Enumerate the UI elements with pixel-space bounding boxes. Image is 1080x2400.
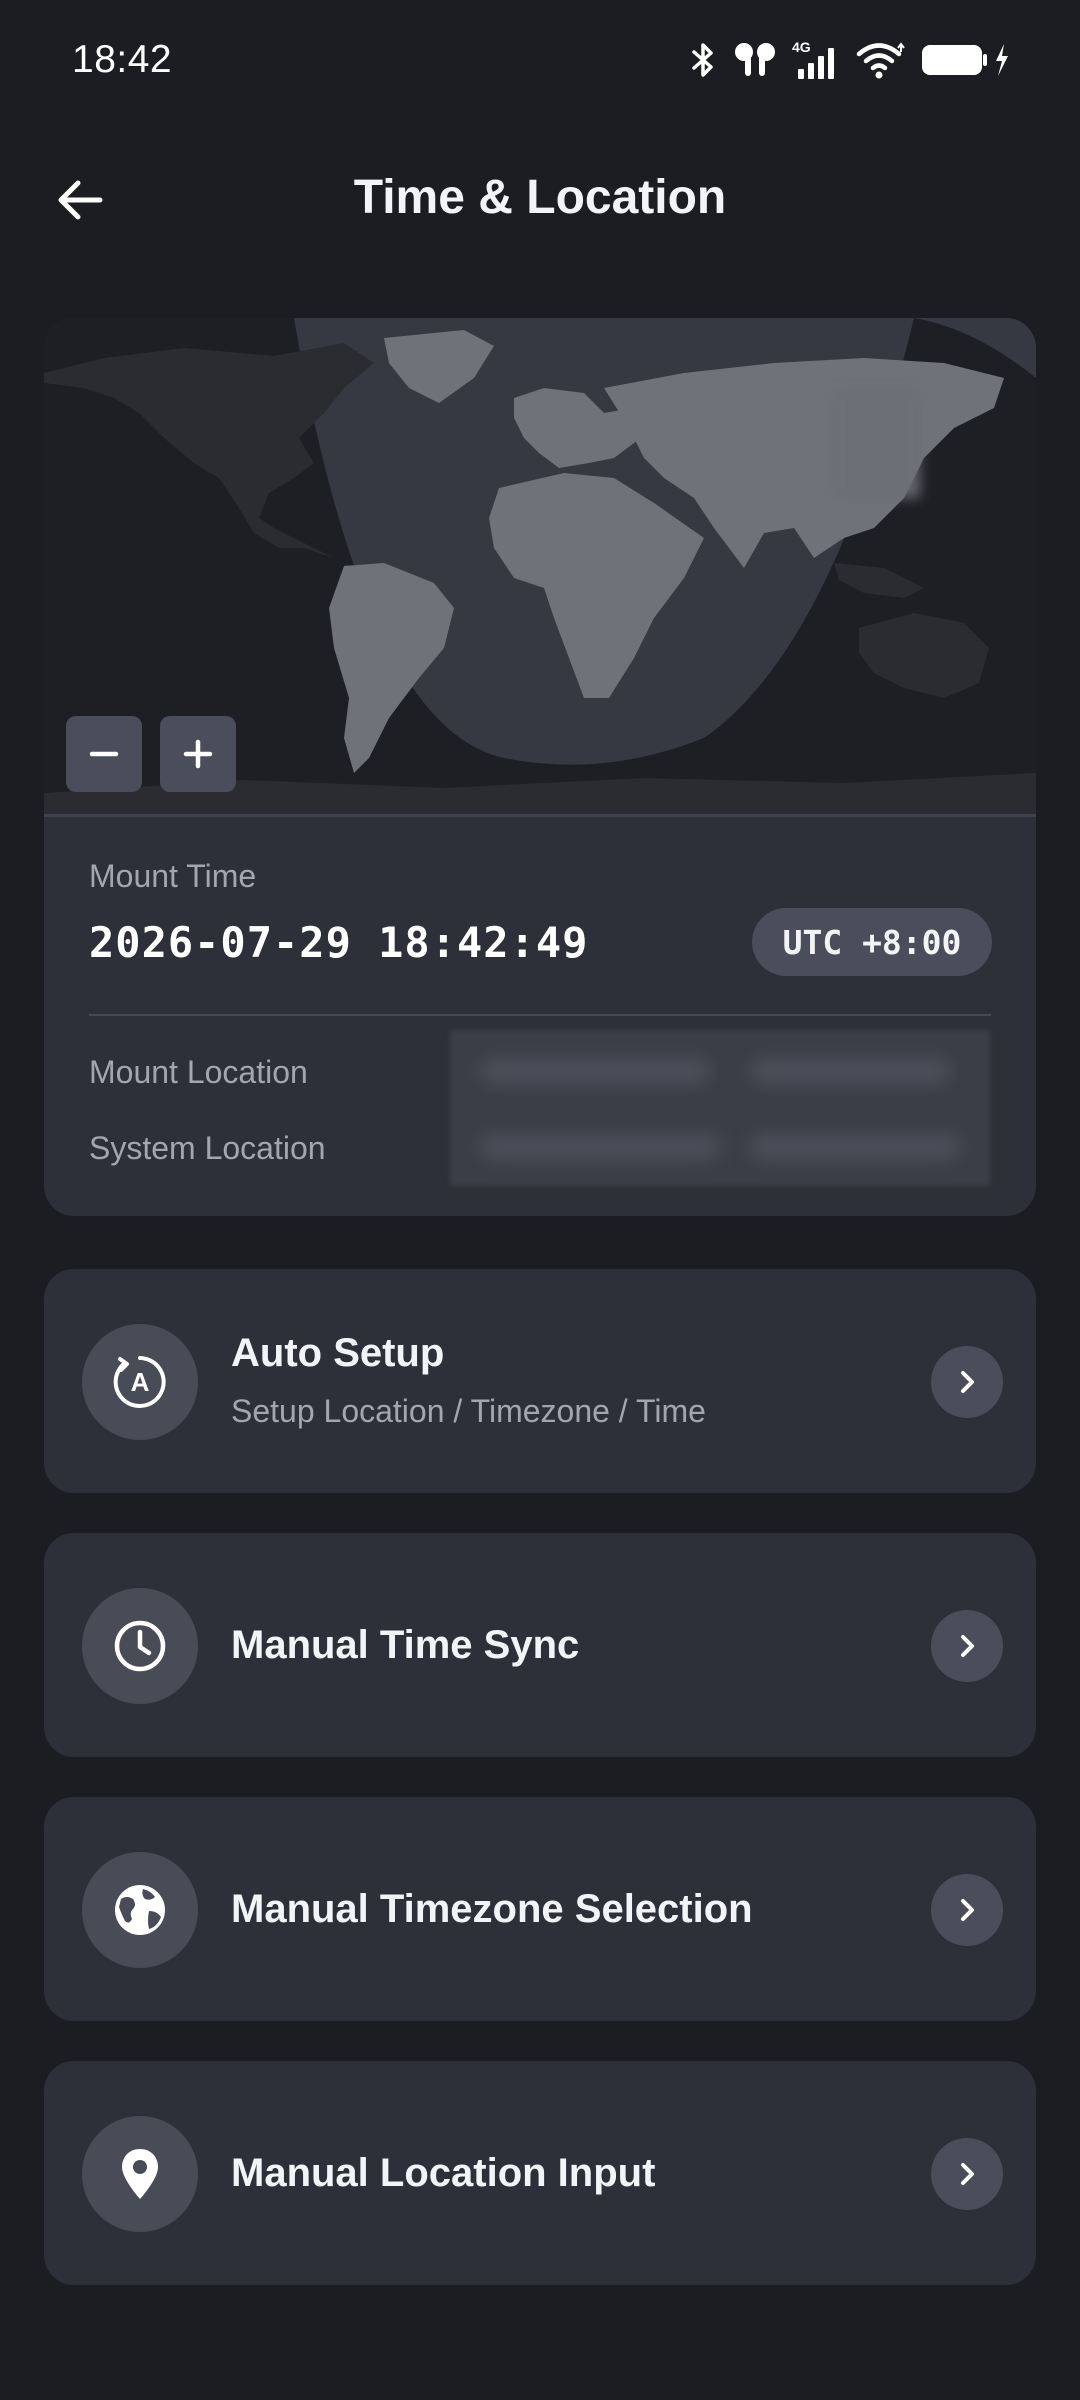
manual-location-title: Manual Location Input <box>231 2151 656 2195</box>
manual-timezone-chevron[interactable] <box>931 1874 1003 1946</box>
auto-setup-icon: A <box>113 1356 166 1408</box>
location-marker-redacted <box>834 390 920 498</box>
zoom-in-button[interactable] <box>160 716 236 792</box>
header: Time & Location <box>0 150 1080 250</box>
mount-time-label: Mount Time <box>89 858 257 894</box>
page-title: Time & Location <box>353 171 727 224</box>
manual-time-sync-card[interactable]: Manual Time Sync <box>44 1533 1036 1757</box>
timezone-icon-circle <box>82 1852 198 1968</box>
auto-setup-subtitle: Setup Location / Timezone / Time <box>231 1393 706 1429</box>
world-map[interactable] <box>44 318 1036 816</box>
location-pin-icon <box>122 2149 158 2199</box>
location-icon-circle <box>82 2116 198 2232</box>
system-location-label: System Location <box>89 1130 326 1166</box>
svg-text:A: A <box>131 1367 150 1397</box>
landmass-southeast-asia <box>834 563 924 598</box>
chevron-right-icon <box>961 1635 974 1657</box>
cellular-4g-icon: 4G <box>792 39 834 79</box>
plus-icon <box>183 739 213 769</box>
bluetooth-icon <box>692 43 713 77</box>
earbuds-icon <box>735 43 775 76</box>
manual-time-sync-title: Manual Time Sync <box>231 1623 580 1667</box>
manual-timezone-card[interactable]: Manual Timezone Selection <box>44 1797 1036 2021</box>
auto-setup-icon-circle: A <box>82 1324 198 1440</box>
location-values-redacted <box>450 1030 990 1186</box>
landmass-australia <box>859 613 989 698</box>
status-bar: 18:42 4G <box>0 0 1080 120</box>
chevron-right-icon <box>961 1899 974 1921</box>
manual-location-card[interactable]: Manual Location Input <box>44 2061 1036 2285</box>
chevron-right-icon <box>961 2163 974 2185</box>
chevron-right-icon <box>961 1371 974 1393</box>
time-sync-icon-circle <box>82 1588 198 1704</box>
mount-location-label: Mount Location <box>89 1054 308 1090</box>
clock-icon <box>114 1620 166 1672</box>
minus-icon <box>89 751 119 757</box>
auto-setup-chevron[interactable] <box>931 1346 1003 1418</box>
mount-time-value: 2026-07-29 18:42:49 <box>89 918 589 967</box>
network-type-label: 4G <box>792 39 811 55</box>
globe-icon <box>115 1885 165 1935</box>
status-time: 18:42 <box>72 38 173 81</box>
status-icons: 4G <box>688 36 1012 84</box>
manual-time-sync-chevron[interactable] <box>931 1610 1003 1682</box>
time-location-card: Mount Time 2026-07-29 18:42:49 UTC +8:00… <box>44 318 1036 1216</box>
card-divider <box>89 1014 991 1016</box>
timezone-badge: UTC +8:00 <box>752 908 992 976</box>
wifi-icon <box>856 42 905 79</box>
manual-timezone-title: Manual Timezone Selection <box>231 1887 753 1931</box>
battery-charging-icon <box>922 44 1008 76</box>
auto-setup-title: Auto Setup <box>231 1331 445 1375</box>
zoom-out-button[interactable] <box>66 716 142 792</box>
auto-setup-card[interactable]: A Auto Setup Setup Location / Timezone /… <box>44 1269 1036 1493</box>
manual-location-chevron[interactable] <box>931 2138 1003 2210</box>
map-divider <box>44 814 1036 817</box>
